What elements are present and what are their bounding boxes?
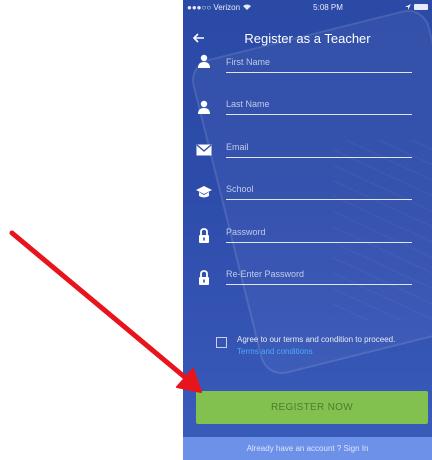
battery-icon [414, 4, 428, 10]
first-name-input[interactable] [226, 52, 412, 73]
first-name-field [183, 52, 432, 82]
terms-agreement-text: Agree to our terms and condition to proc… [237, 335, 396, 344]
envelope-icon [195, 141, 213, 159]
status-time: 5:08 PM [313, 2, 343, 12]
reenter-password-field [183, 264, 432, 294]
lock-icon [195, 226, 213, 244]
lock-icon [195, 268, 213, 286]
terms-checkbox[interactable] [216, 337, 227, 348]
password-field [183, 222, 432, 252]
last-name-field [183, 94, 432, 124]
person-icon [195, 52, 213, 70]
email-input[interactable] [226, 137, 412, 158]
phone-screen: ●●●○○ Verizon 5:08 PM Register as a Teac… [183, 0, 432, 460]
back-arrow-icon[interactable] [189, 28, 209, 48]
register-now-button[interactable]: REGISTER NOW [196, 391, 428, 424]
email-field [183, 137, 432, 167]
terms-agreement: Agree to our terms and condition to proc… [216, 334, 426, 364]
person-icon [195, 98, 213, 116]
school-input[interactable] [226, 179, 412, 200]
header: Register as a Teacher [183, 26, 432, 50]
reenter-password-input[interactable] [226, 264, 412, 285]
password-input[interactable] [226, 222, 412, 243]
page-title: Register as a Teacher [244, 30, 371, 46]
sign-in-link[interactable]: Already have an account ? Sign In [183, 437, 432, 460]
school-field [183, 179, 432, 209]
terms-link[interactable]: Terms and conditions [237, 347, 313, 356]
graduation-cap-icon [195, 183, 213, 201]
carrier-label: ●●●○○ Verizon [187, 2, 241, 12]
last-name-input[interactable] [226, 94, 412, 115]
location-arrow-icon [405, 3, 411, 12]
status-bar: ●●●○○ Verizon 5:08 PM [183, 0, 432, 14]
wifi-icon [243, 3, 252, 12]
